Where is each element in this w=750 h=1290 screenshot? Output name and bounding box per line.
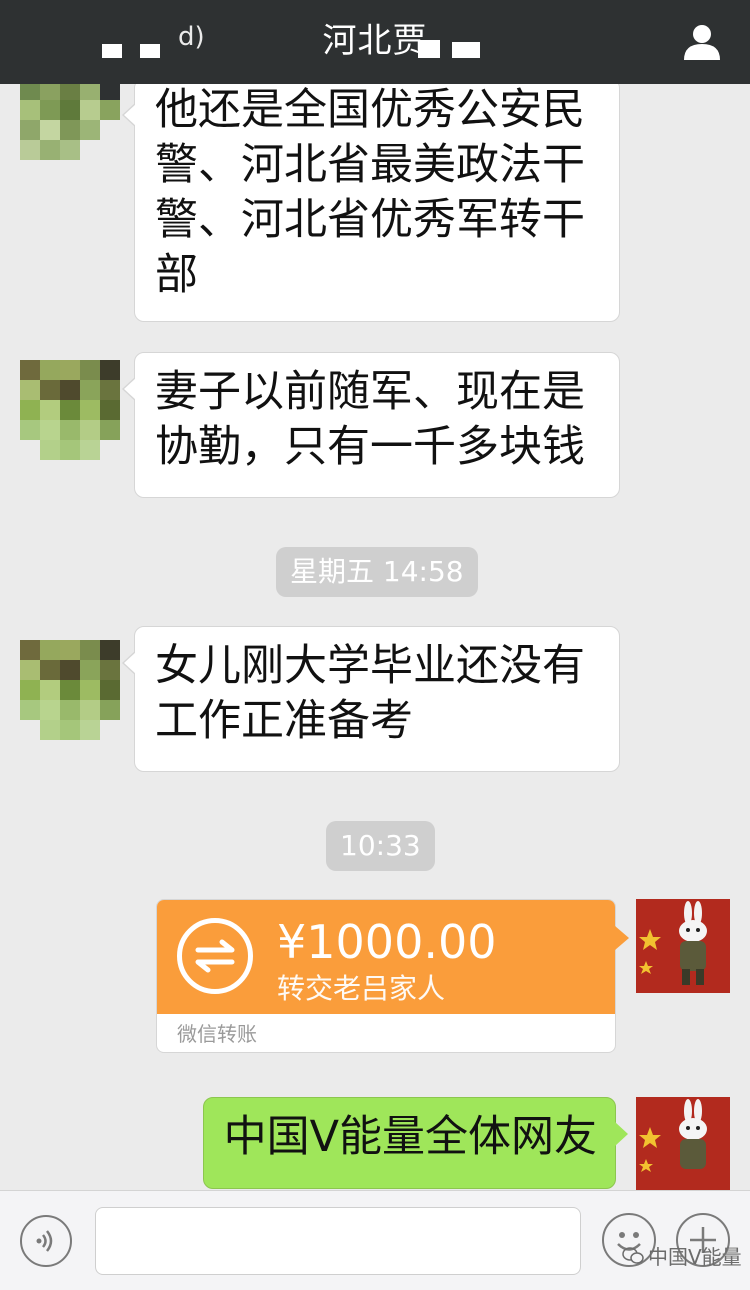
sender-avatar[interactable] <box>20 640 120 740</box>
chat-area[interactable]: 他还是全国优秀公安民 警、河北省最美政法干 警、河北省优秀军转干 部 妻子以前随… <box>0 84 750 1190</box>
message-line: 警、河北省优秀军转干 <box>155 195 585 245</box>
user-icon <box>684 25 720 60</box>
redaction-mark <box>452 42 480 58</box>
input-toolbar: 中国V能量 <box>0 1190 750 1290</box>
transfer-icon <box>177 918 253 994</box>
transfer-note: 转交老吕家人 <box>277 972 446 1005</box>
redaction-mark <box>418 40 440 58</box>
sent-message-bubble[interactable]: 中国V能量全体网友 <box>202 1097 629 1189</box>
user-profile-button[interactable] <box>682 22 722 62</box>
my-avatar[interactable] <box>636 1097 730 1190</box>
transfer-source-label: 微信转账 <box>177 1022 257 1046</box>
sender-avatar[interactable] <box>20 84 120 180</box>
message-line: 他还是全国优秀公安民 <box>155 85 585 135</box>
message-line: 警、河北省最美政法干 <box>155 140 585 190</box>
voice-icon <box>36 1230 53 1252</box>
message-line: 女儿刚大学毕业还没有 <box>155 641 585 691</box>
message-line: 工作正准备考 <box>155 696 413 746</box>
message-line: 部 <box>155 250 198 300</box>
message-line: 协勤，只有一千多块钱 <box>155 422 585 472</box>
chat-header: ⅾ) 河北贾 <box>0 0 750 84</box>
timestamp: 10:33 <box>326 821 435 871</box>
voice-button[interactable] <box>20 1215 72 1267</box>
my-avatar[interactable] <box>636 899 730 993</box>
watermark-text: 中国V能量 <box>648 1245 742 1269</box>
message-bubble[interactable]: 女儿刚大学毕业还没有 工作正准备考 <box>122 626 620 772</box>
message-bubble[interactable]: 他还是全国优秀公安民 警、河北省最美政法干 警、河北省优秀军转干 部 <box>122 84 620 322</box>
message-bubble[interactable]: 妻子以前随军、现在是 协勤，只有一千多块钱 <box>122 352 620 498</box>
wechat-icon <box>622 1246 644 1264</box>
watermark: 中国V能量 <box>622 1241 742 1270</box>
chat-title: 河北贾 <box>322 21 428 61</box>
message-input[interactable] <box>95 1207 581 1275</box>
message-line: 妻子以前随军、现在是 <box>155 367 585 417</box>
transfer-card[interactable]: ¥1000.00 转交老吕家人 微信转账 <box>156 899 629 1053</box>
transfer-amount: ¥1000.00 <box>277 915 497 969</box>
sender-avatar[interactable] <box>20 360 120 460</box>
message-line: 中国V能量全体网友 <box>223 1112 597 1162</box>
transfer-card-header: ¥1000.00 转交老吕家人 <box>157 900 629 1014</box>
timestamp: 星期五 14:58 <box>276 547 478 597</box>
